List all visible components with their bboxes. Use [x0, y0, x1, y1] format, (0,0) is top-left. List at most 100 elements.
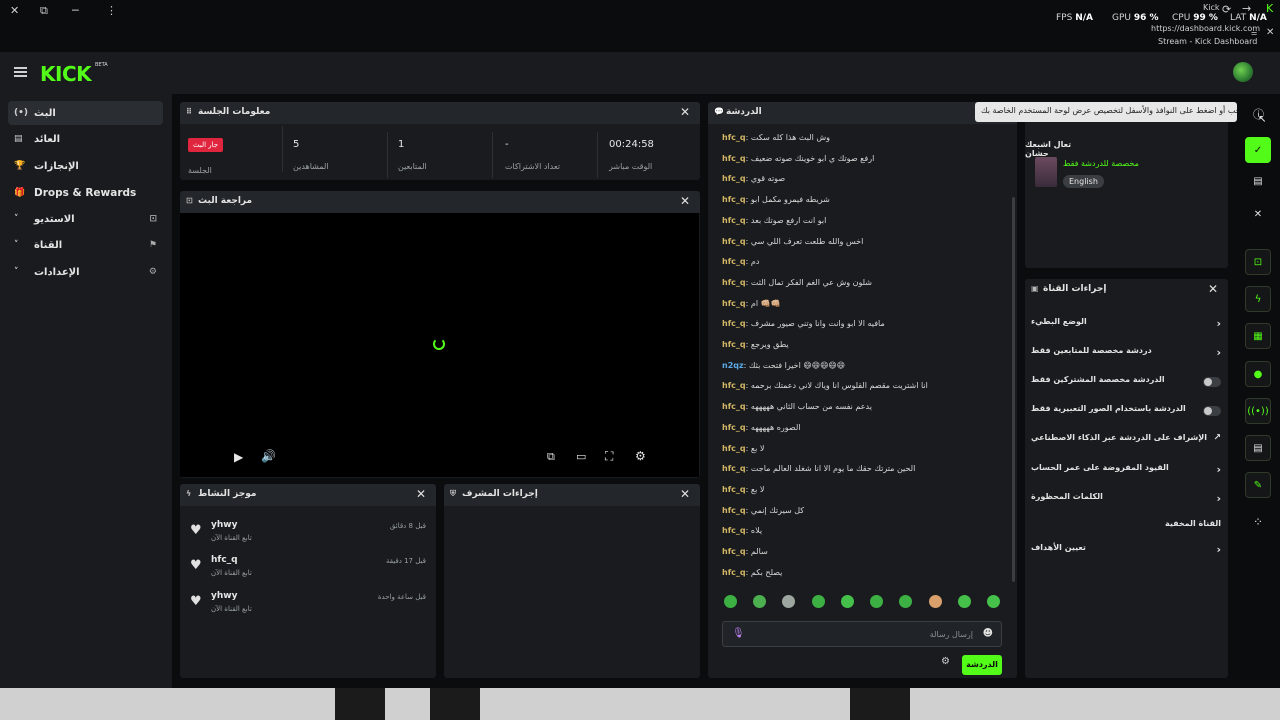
drag-icon[interactable]: ⠿: [186, 107, 192, 116]
username[interactable]: yhwy: [211, 520, 237, 530]
theater-icon[interactable]: ▭: [576, 450, 586, 463]
toggle-switch[interactable]: [1203, 406, 1221, 416]
channel-action-row[interactable]: الدردشة باستخدام الصور التعبيرية فقط: [1031, 404, 1221, 424]
username[interactable]: yhwy: [211, 591, 237, 601]
chat-username[interactable]: hfc_q: [722, 568, 746, 577]
pip-icon[interactable]: ⧉: [547, 450, 555, 464]
more-widgets-icon[interactable]: ⁘: [1253, 515, 1263, 529]
emote-icon[interactable]: [724, 595, 737, 608]
chat-username[interactable]: hfc_q: [722, 195, 746, 204]
chat-username[interactable]: hfc_q: [722, 485, 746, 494]
chat-username[interactable]: n2qz: [722, 361, 744, 370]
sidebar-item-channel[interactable]: ˅ القناة ⚑: [8, 233, 163, 257]
reload-icon[interactable]: ⟳: [1222, 3, 1231, 16]
play-icon[interactable]: ▶: [234, 450, 243, 464]
sidebar-item-settings[interactable]: ˅ الإعدادات ⚙: [8, 260, 163, 284]
close-icon[interactable]: ✕: [680, 105, 690, 119]
close-tab-icon[interactable]: ✕: [1266, 27, 1274, 38]
chat-settings-icon[interactable]: ⚙: [941, 656, 950, 667]
layout-icon[interactable]: ▤: [1245, 168, 1271, 194]
kick-logo[interactable]: KICK: [40, 62, 92, 86]
chat-username[interactable]: hfc_q: [722, 506, 746, 515]
chat-username[interactable]: hfc_q: [722, 278, 746, 287]
chat-username[interactable]: hfc_q: [722, 237, 746, 246]
channel-action-row[interactable]: الدردشة مخصصة المشتركين فقط: [1031, 375, 1221, 395]
chat-username[interactable]: hfc_q: [722, 257, 746, 266]
emote-icon[interactable]: [987, 595, 1000, 608]
settings-icon[interactable]: ⚙: [635, 449, 646, 463]
close-icon[interactable]: ✕: [416, 487, 426, 501]
chat-username[interactable]: hfc_q: [722, 381, 746, 390]
emoji-icon[interactable]: ☻: [983, 628, 993, 639]
notes-widget-button[interactable]: ▦: [1245, 323, 1271, 349]
close-icon[interactable]: ✕: [1208, 282, 1218, 296]
shield-icon: ⛨: [450, 489, 456, 498]
emote-icon[interactable]: [812, 595, 825, 608]
activity-widget-button[interactable]: ϟ: [1245, 286, 1271, 312]
fullscreen-icon[interactable]: ⛶: [605, 449, 613, 464]
sidebar-item-achievements[interactable]: 🏆 الإنجازات: [8, 154, 163, 178]
chat-username[interactable]: hfc_q: [722, 444, 746, 453]
forward-icon[interactable]: →: [1242, 2, 1251, 15]
chat-text: ارفع صوتك ي ابو خوينك صوته ضعيف: [750, 153, 875, 163]
chat-scrollbar[interactable]: [1012, 197, 1015, 582]
chat-username[interactable]: hfc_q: [722, 340, 746, 349]
toggle-switch[interactable]: [1203, 377, 1221, 387]
close-window-icon[interactable]: ✕: [10, 4, 19, 17]
emote-icon[interactable]: [841, 595, 854, 608]
chat-username[interactable]: hfc_q: [722, 547, 746, 556]
emote-icon[interactable]: [958, 595, 971, 608]
emote-icon[interactable]: [782, 595, 795, 608]
close-layout-icon[interactable]: ✕: [1245, 201, 1271, 227]
sidebar-item-drops[interactable]: 🎁 Drops & Rewards: [8, 181, 163, 205]
chat-username[interactable]: hfc_q: [722, 154, 746, 163]
minimize-window-icon[interactable]: ─: [72, 4, 79, 17]
chat-username[interactable]: hfc_q: [722, 526, 746, 535]
mic-icon[interactable]: 🎙: [732, 628, 745, 639]
channel-action-row[interactable]: تعيين الأهداف ›: [1031, 543, 1221, 563]
chat-username[interactable]: hfc_q: [722, 423, 746, 432]
chat-input[interactable]: 🎙 إرسال رسالة ☻: [722, 621, 1002, 647]
username[interactable]: hfc_q: [211, 555, 238, 565]
preview-widget-button[interactable]: ⊡: [1245, 249, 1271, 275]
chat-username[interactable]: hfc_q: [722, 319, 746, 328]
chat-text: ابو انت ارفع صوتك بعد: [750, 215, 827, 225]
channel-action-row[interactable]: القيود المفروضة على عمر الحساب ›: [1031, 463, 1221, 483]
send-button[interactable]: الدردشة: [962, 655, 1002, 675]
panel-header: 💬 الدردشة: [708, 102, 1017, 124]
emote-icon[interactable]: [870, 595, 883, 608]
settings-small-icon[interactable]: ⚌: [1251, 29, 1257, 37]
video-player[interactable]: ▶ 🔊 ⧉ ▭ ⛶ ⚙: [180, 213, 699, 477]
channel-action-row[interactable]: دردشة مخصصة للمتابعين فقط ›: [1031, 346, 1221, 366]
channel-action-row[interactable]: القناة المخفية: [1031, 519, 1221, 539]
channel-widget-button[interactable]: ▤: [1245, 435, 1271, 461]
emote-icon[interactable]: [929, 595, 942, 608]
chat-username[interactable]: hfc_q: [722, 402, 746, 411]
broadcast-widget-button[interactable]: ((•)): [1245, 398, 1271, 424]
chat-widget-button[interactable]: ●: [1245, 361, 1271, 387]
sidebar-item-studio[interactable]: ˅ الاستديو ⊡: [8, 207, 163, 231]
close-icon[interactable]: ✕: [680, 194, 690, 208]
confirm-layout-button[interactable]: ✓: [1245, 137, 1271, 163]
menu-icon[interactable]: [14, 67, 27, 77]
mod-widget-button[interactable]: ✎: [1245, 472, 1271, 498]
volume-icon[interactable]: 🔊: [261, 449, 276, 463]
chat-username[interactable]: hfc_q: [722, 174, 746, 183]
emote-icon[interactable]: [753, 595, 766, 608]
panel-title: موجز النشاط: [198, 489, 257, 499]
channel-action-row[interactable]: الإشراف على الدردشة عبر الذكاء الاصطناعي…: [1031, 433, 1221, 453]
chat-username[interactable]: hfc_q: [722, 216, 746, 225]
emote-icon[interactable]: [899, 595, 912, 608]
sidebar-item-revenue[interactable]: ▤ العائد: [8, 127, 163, 151]
chat-username[interactable]: hfc_q: [722, 133, 746, 142]
panel-header: ⛨ إجراءات المشرف ✕: [444, 484, 700, 506]
sidebar-item-stream[interactable]: (•) البث: [8, 101, 163, 125]
chat-username[interactable]: hfc_q: [722, 464, 746, 473]
channel-action-row[interactable]: الكلمات المحظورة ›: [1031, 492, 1221, 512]
channel-action-row[interactable]: الوضع البطيء ›: [1031, 317, 1221, 337]
chat-username[interactable]: hfc_q: [722, 299, 746, 308]
more-icon[interactable]: ⋮: [106, 4, 117, 17]
restore-window-icon[interactable]: ⧉: [40, 4, 48, 18]
close-icon[interactable]: ✕: [680, 487, 690, 501]
avatar[interactable]: [1233, 62, 1253, 82]
